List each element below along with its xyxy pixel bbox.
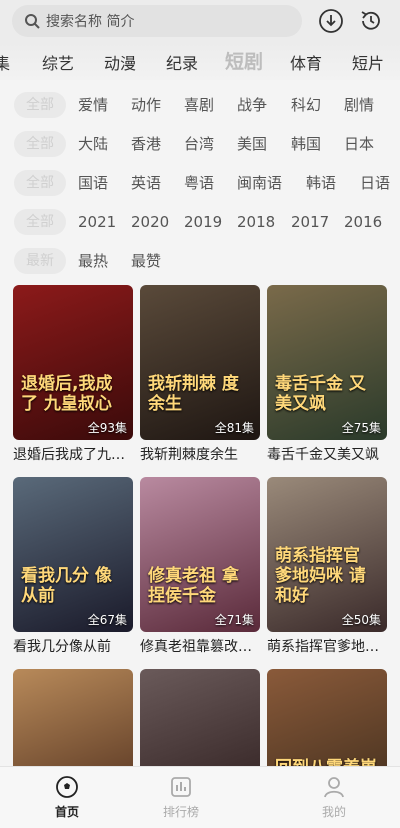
search-input[interactable]: 搜索名称 简介 (12, 5, 302, 37)
filter-option[interactable]: 香港 (131, 131, 161, 157)
search-placeholder: 搜索名称 简介 (46, 14, 135, 30)
drama-card[interactable]: 毒舌千金 又美又飒全75集毒舌千金又美又飒 (267, 285, 387, 464)
poster-title-art: 看我几分 像从前 (21, 566, 112, 606)
filter-option[interactable]: 大陆 (78, 131, 108, 157)
card-title[interactable]: 看我几分像从前 (13, 636, 133, 656)
poster-image[interactable]: 看我几分 像从前全67集 (13, 477, 133, 632)
category-tabs: 集 综艺 动漫 纪录 短剧 体育 短片 (0, 42, 400, 80)
tab-5[interactable]: 体育 (290, 50, 322, 74)
nav-item-1[interactable]: 排行榜 (151, 775, 211, 820)
drama-card[interactable]: 修真老祖 拿捏侯千金全71集修真老祖靠篡改… (140, 477, 260, 656)
filter-selected-chip[interactable]: 最新 (14, 248, 66, 274)
filter-row: 全部 国语 英语 粤语 闽南语 韩语 日语 (0, 164, 400, 203)
filter-selected-chip[interactable]: 全部 (14, 209, 66, 235)
tab-1[interactable]: 综艺 (42, 50, 74, 74)
filter-row: 全部 2021 2020 2019 2018 2017 2016 (0, 203, 400, 242)
poster-title-art: 退婚后,我成了 九皇叔心 (21, 374, 113, 414)
tab-4[interactable]: 短剧 (225, 47, 263, 74)
download-icon[interactable] (318, 8, 344, 34)
filter-option[interactable]: 最热 (78, 248, 108, 274)
tab-3[interactable]: 纪录 (166, 50, 198, 74)
filter-panel: 全部 爱情 动作 喜剧 战争 科幻 剧情 全部 大陆 香港 台湾 美国 韩国 日本 全部 国语 英语 粤语 闽南语韩… (0, 86, 400, 281)
filter-option[interactable]: 台湾 (184, 131, 214, 157)
filter-option[interactable]: 2017 (291, 209, 329, 235)
nav-item-0[interactable]: 首页 (37, 775, 97, 820)
poster-title-art: 毒舌千金 又美又飒 (275, 374, 366, 414)
nav-label: 首页 (54, 805, 79, 819)
filter-option[interactable]: 动作 (131, 92, 161, 118)
poster-title-art: 萌系指挥官 爹地妈咪 请和好 (275, 546, 366, 606)
filter-selected-chip[interactable]: 全部 (14, 92, 66, 118)
poster-image[interactable]: 修真老祖 拿捏侯千金全71集 (140, 477, 260, 632)
poster-image[interactable]: 萌系指挥官 爹地妈咪 请和好全50集 (267, 477, 387, 632)
poster-image[interactable]: 退婚后,我成了 九皇叔心全93集 (13, 285, 133, 440)
filter-option[interactable]: 粤语 (184, 170, 214, 196)
card-title[interactable]: 退婚后我成了九… (13, 444, 133, 464)
filter-option[interactable]: 战争 (237, 92, 267, 118)
filter-option[interactable]: 2021 (78, 209, 116, 235)
card-title[interactable]: 修真老祖靠篡改… (140, 636, 260, 656)
filter-option[interactable]: 韩语 (306, 170, 336, 196)
filter-option[interactable]: 2016 (344, 209, 382, 235)
history-icon[interactable] (358, 8, 384, 34)
chart-icon (151, 775, 211, 799)
filter-option[interactable]: 韩国 (291, 131, 321, 157)
filter-option[interactable]: 日语 (360, 170, 390, 196)
nav-label: 排行榜 (162, 805, 199, 819)
filter-option[interactable]: 2020 (131, 209, 169, 235)
episode-count-badge: 全71集 (214, 613, 254, 627)
poster-title-art: 修真老祖 拿捏侯千金 (148, 566, 239, 606)
card-title[interactable]: 毒舌千金又美又飒 (267, 444, 387, 464)
episode-count-badge: 全81集 (214, 421, 254, 435)
filter-option[interactable]: 2018 (237, 209, 275, 235)
search-icon (25, 14, 40, 29)
episode-count-badge: 全50集 (341, 613, 381, 627)
filter-option[interactable]: 科幻 (291, 92, 321, 118)
filter-row: 全部 大陆 香港 台湾 美国 韩国 日本 (0, 125, 400, 164)
top-bar: 搜索名称 简介 (0, 0, 400, 42)
tab-2[interactable]: 动漫 (104, 50, 136, 74)
poster-image[interactable]: 我斩荆棘 度余生全81集 (140, 285, 260, 440)
episode-count-badge: 全75集 (341, 421, 381, 435)
drama-card[interactable]: 退婚后,我成了 九皇叔心全93集退婚后我成了九… (13, 285, 133, 464)
drama-card[interactable]: 萌系指挥官 爹地妈咪 请和好全50集萌系指挥官爹地… (267, 477, 387, 656)
tab-6[interactable]: 短片 (352, 50, 384, 74)
episode-count-badge: 全67集 (87, 613, 127, 627)
filter-option[interactable]: 喜剧 (184, 92, 214, 118)
filter-option[interactable]: 美国 (237, 131, 267, 157)
card-title[interactable]: 我斩荆棘度余生 (140, 444, 260, 464)
episode-count-badge: 全93集 (87, 421, 127, 435)
poster-title-art: 我斩荆棘 度余生 (148, 374, 239, 414)
filter-row: 全部 爱情 动作 喜剧 战争 科幻 剧情 (0, 86, 400, 125)
drama-card[interactable]: 看我几分 像从前全67集看我几分像从前 (13, 477, 133, 656)
filter-option[interactable]: 国语 (78, 170, 108, 196)
filter-option[interactable]: 闽南语 (237, 170, 282, 196)
tab-0[interactable]: 集 (0, 50, 10, 74)
filter-option[interactable]: 2019 (184, 209, 222, 235)
filter-selected-chip[interactable]: 全部 (14, 131, 66, 157)
filter-option[interactable]: 英语 (131, 170, 161, 196)
bottom-nav: 首页 排行榜 我的 (0, 766, 400, 828)
filter-selected-chip[interactable]: 全部 (14, 170, 66, 196)
user-icon (304, 775, 364, 799)
nav-item-2[interactable]: 我的 (304, 775, 364, 820)
filter-option[interactable]: 爱情 (78, 92, 108, 118)
filter-option[interactable]: 最赞 (131, 248, 161, 274)
filter-option[interactable]: 日本 (344, 131, 374, 157)
football-icon (37, 775, 97, 799)
filter-row: 最新 最热 最赞 (0, 242, 400, 281)
card-title[interactable]: 萌系指挥官爹地… (267, 636, 387, 656)
drama-card[interactable]: 我斩荆棘 度余生全81集我斩荆棘度余生 (140, 285, 260, 464)
poster-image[interactable]: 毒舌千金 又美又飒全75集 (267, 285, 387, 440)
nav-label: 我的 (321, 805, 346, 819)
filter-option[interactable]: 剧情 (344, 92, 374, 118)
